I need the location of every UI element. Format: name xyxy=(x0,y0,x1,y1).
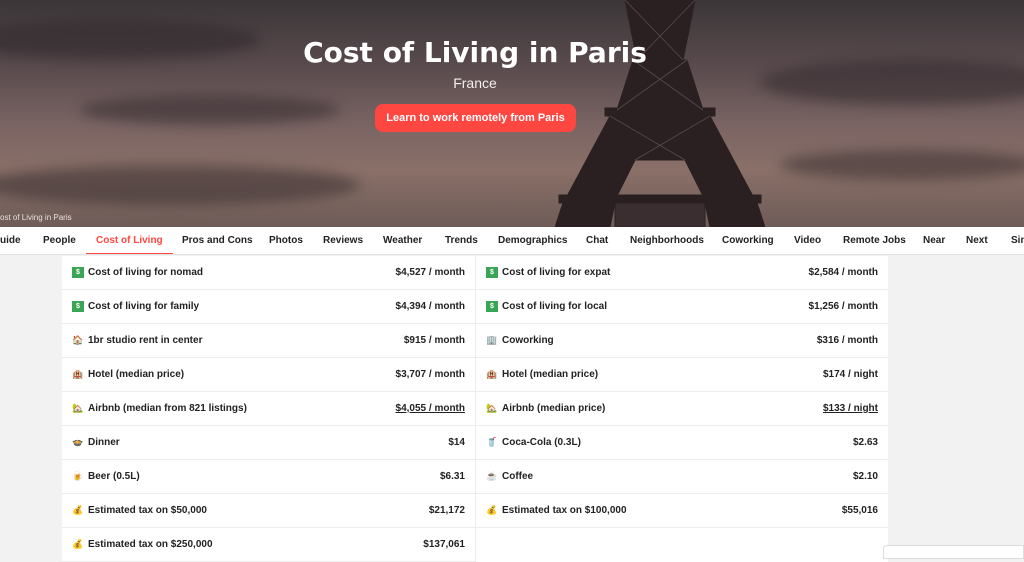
image-caption: ost of Living in Paris xyxy=(0,213,72,222)
row-value: $55,016 xyxy=(841,505,878,516)
row-label: Estimated tax on $250,000 xyxy=(88,539,213,550)
cloud-shape xyxy=(80,95,340,125)
soda-icon: 🥤 xyxy=(486,437,498,447)
row-value: $3,707 / month xyxy=(395,369,465,380)
empty-row xyxy=(476,528,888,562)
table-row: $ Cost of living for nomad $4,527 / mont… xyxy=(62,256,475,290)
tab-video[interactable]: Video xyxy=(794,227,821,254)
cash-icon: $ xyxy=(486,301,498,312)
tab-reviews[interactable]: Reviews xyxy=(323,227,363,254)
row-label: Airbnb (median price) xyxy=(502,403,606,414)
tab-neighborhoods[interactable]: Neighborhoods xyxy=(630,227,704,254)
row-label: Cost of living for family xyxy=(88,301,200,312)
eiffel-tower-image xyxy=(555,0,765,227)
hero-banner: Cost of Living in Paris France Learn to … xyxy=(0,0,1024,227)
tab-people[interactable]: People xyxy=(43,227,76,254)
table-row: 💰 Estimated tax on $100,000 $55,016 xyxy=(476,494,888,528)
row-value: $915 / month xyxy=(403,335,465,346)
row-label: Cost of living for nomad xyxy=(88,267,203,278)
row-label: Hotel (median price) xyxy=(502,369,599,380)
cost-table-left: $ Cost of living for nomad $4,527 / mont… xyxy=(62,256,475,562)
row-label: Beer (0.5L) xyxy=(88,471,140,482)
tab-similar[interactable]: Sin xyxy=(1011,227,1024,254)
office-icon: 🏢 xyxy=(486,335,498,345)
tab-coworking[interactable]: Coworking xyxy=(722,227,774,254)
table-row: 🏨 Hotel (median price) $174 / night xyxy=(476,358,888,392)
hotel-icon: 🏨 xyxy=(72,369,84,379)
tab-near[interactable]: Near xyxy=(923,227,945,254)
row-label: Coffee xyxy=(502,471,534,482)
house-icon: 🏡 xyxy=(486,403,498,413)
tab-demographics[interactable]: Demographics xyxy=(498,227,567,254)
row-value: $316 / month xyxy=(816,335,878,346)
row-value: $174 / night xyxy=(822,369,878,380)
row-label: Coworking xyxy=(502,335,554,346)
row-label: Estimated tax on $50,000 xyxy=(88,505,207,516)
page-subtitle: France xyxy=(453,75,497,91)
row-label: Hotel (median price) xyxy=(88,369,185,380)
row-value: $21,172 xyxy=(428,505,465,516)
table-row[interactable]: 🏡 Airbnb (median from 821 listings) $4,0… xyxy=(62,392,475,426)
tab-photos[interactable]: Photos xyxy=(269,227,303,254)
row-label: Estimated tax on $100,000 xyxy=(502,505,627,516)
tab-cost-of-living[interactable]: Cost of Living xyxy=(86,227,173,254)
money-bag-icon: 💰 xyxy=(72,539,84,549)
table-row: 🥤 Coca-Cola (0.3L) $2.63 xyxy=(476,426,888,460)
tab-weather[interactable]: Weather xyxy=(383,227,422,254)
bowl-icon: 🍲 xyxy=(72,437,84,447)
row-label: Cost of living for expat xyxy=(502,267,611,278)
house-icon: 🏡 xyxy=(72,403,84,413)
table-row: 🏨 Hotel (median price) $3,707 / month xyxy=(62,358,475,392)
cost-table-right: $ Cost of living for expat $2,584 / mont… xyxy=(475,256,888,562)
tab-chat[interactable]: Chat xyxy=(586,227,608,254)
row-label: 1br studio rent in center xyxy=(88,335,203,346)
row-label: Airbnb (median from 821 listings) xyxy=(88,403,247,414)
table-row: 🏢 Coworking $316 / month xyxy=(476,324,888,358)
row-value: $2,584 / month xyxy=(808,267,878,278)
table-row: $ Cost of living for local $1,256 / mont… xyxy=(476,290,888,324)
table-row[interactable]: 🏡 Airbnb (median price) $133 / night xyxy=(476,392,888,426)
row-value: $2.10 xyxy=(852,471,878,482)
table-row: 💰 Estimated tax on $50,000 $21,172 xyxy=(62,494,475,528)
page-title: Cost of Living in Paris xyxy=(303,36,647,69)
learn-remote-button[interactable]: Learn to work remotely from Paris xyxy=(375,104,576,132)
table-row: 💰 Estimated tax on $250,000 $137,061 xyxy=(62,528,475,562)
airbnb-link[interactable]: $4,055 / month xyxy=(396,403,475,414)
airbnb-link[interactable]: $133 / night xyxy=(823,403,888,414)
tab-remote-jobs[interactable]: Remote Jobs xyxy=(843,227,906,254)
cloud-shape xyxy=(0,165,360,205)
row-value: $4,394 / month xyxy=(395,301,465,312)
table-row: 🍲 Dinner $14 xyxy=(62,426,475,460)
row-label: Cost of living for local xyxy=(502,301,608,312)
row-label: Dinner xyxy=(88,437,120,448)
row-value: $137,061 xyxy=(423,539,465,550)
chat-widget-corner[interactable] xyxy=(883,545,1024,559)
row-value: $14 xyxy=(448,437,465,448)
table-row: ☕ Coffee $2.10 xyxy=(476,460,888,494)
money-bag-icon: 💰 xyxy=(486,505,498,515)
table-row: 🍺 Beer (0.5L) $6.31 xyxy=(62,460,475,494)
house-icon: 🏠 xyxy=(72,335,84,345)
table-row: $ Cost of living for expat $2,584 / mont… xyxy=(476,256,888,290)
tab-next[interactable]: Next xyxy=(966,227,988,254)
section-tabs: uide People Cost of Living Pros and Cons… xyxy=(0,227,1024,255)
row-value: $6.31 xyxy=(439,471,465,482)
cash-icon: $ xyxy=(72,301,84,312)
hotel-icon: 🏨 xyxy=(486,369,498,379)
row-value: $1,256 / month xyxy=(808,301,878,312)
tab-pros-and-cons[interactable]: Pros and Cons xyxy=(182,227,253,254)
money-bag-icon: 💰 xyxy=(72,505,84,515)
row-label: Coca-Cola (0.3L) xyxy=(502,437,581,448)
tab-guide[interactable]: uide xyxy=(0,227,21,254)
cloud-shape xyxy=(780,150,1024,180)
cash-icon: $ xyxy=(486,267,498,278)
tab-trends[interactable]: Trends xyxy=(445,227,478,254)
table-row: 🏠 1br studio rent in center $915 / month xyxy=(62,324,475,358)
beer-icon: 🍺 xyxy=(72,471,84,481)
cash-icon: $ xyxy=(72,267,84,278)
row-value: $2.63 xyxy=(852,437,878,448)
table-row: $ Cost of living for family $4,394 / mon… xyxy=(62,290,475,324)
row-value: $4,527 / month xyxy=(395,267,465,278)
coffee-icon: ☕ xyxy=(486,471,498,481)
